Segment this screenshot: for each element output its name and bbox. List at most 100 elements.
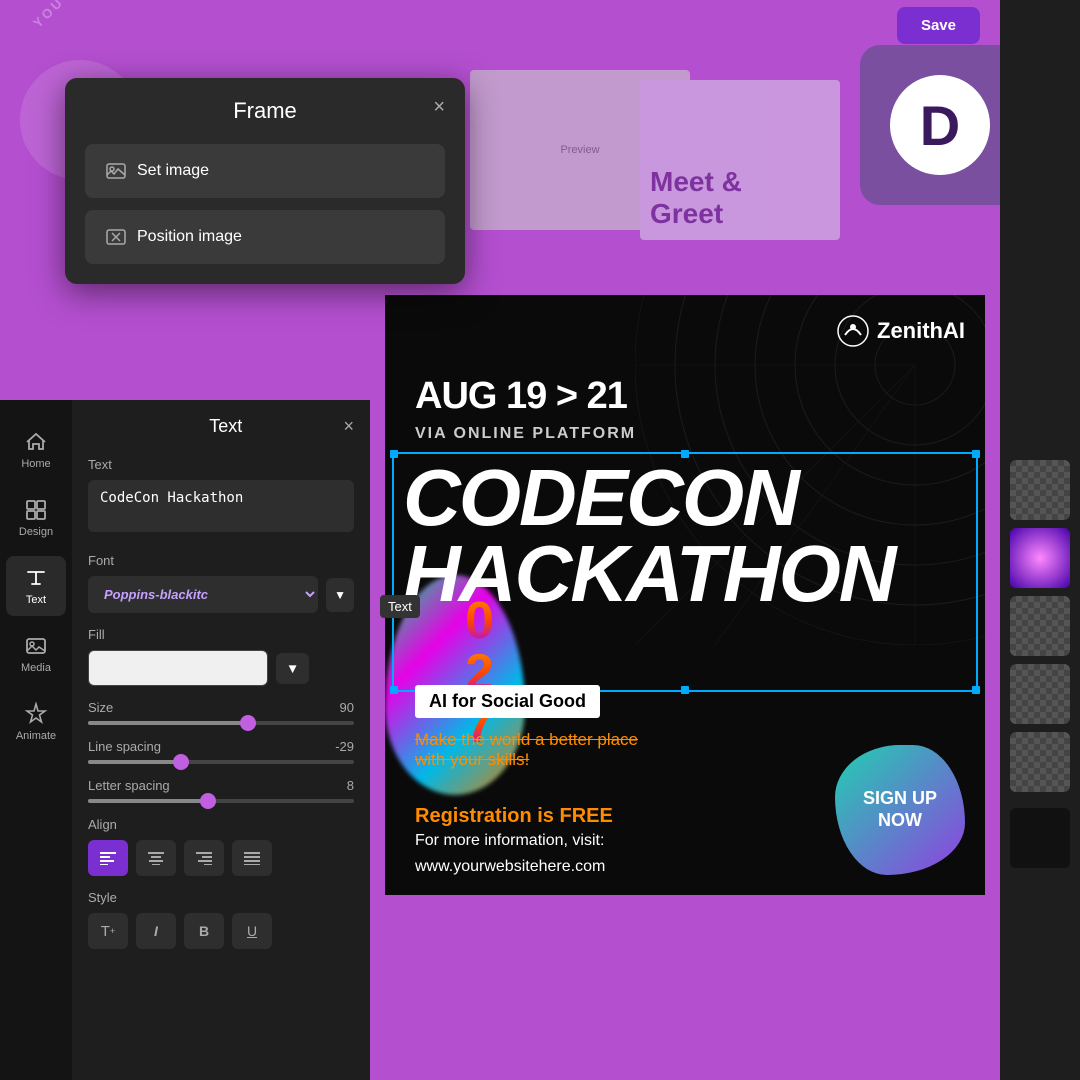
font-select[interactable]: Poppins-blackitc (88, 576, 318, 613)
thumb-1[interactable] (1010, 460, 1070, 520)
text-icon (24, 566, 48, 590)
align-left-button[interactable] (88, 840, 128, 876)
text-input[interactable]: CodeCon Hackathon (88, 480, 354, 532)
text-side-label: Text (380, 595, 420, 618)
poster-desc-line2: with your skills! (415, 750, 638, 770)
thumb-checker-1 (1010, 460, 1070, 520)
font-select-arrow[interactable]: ▼ (326, 578, 354, 612)
thumb-checker-4 (1010, 664, 1070, 724)
thumb-checker-3 (1010, 596, 1070, 656)
poster-desc-line1: Make the world a better place (415, 730, 638, 750)
align-justify-button[interactable] (232, 840, 272, 876)
sidebar-item-media[interactable]: Media (6, 624, 66, 684)
font-row: Poppins-blackitc ▼ (88, 576, 354, 613)
media-icon (24, 634, 48, 658)
frame-popup-title: Frame (233, 98, 297, 124)
handle-bc[interactable] (681, 686, 689, 694)
size-slider-track[interactable] (88, 721, 354, 725)
sidebar-item-home-label: Home (21, 458, 50, 470)
align-center-button[interactable] (136, 840, 176, 876)
letter-spacing-label: Letter spacing (88, 778, 170, 793)
poster-logo-text: ZenithAI (877, 318, 965, 344)
sidebar-item-animate[interactable]: Animate (6, 692, 66, 752)
align-left-icon (100, 851, 116, 865)
frame-popup: Frame × Set image Position image (65, 78, 465, 284)
thumb-3[interactable] (1010, 596, 1070, 656)
fill-swatch[interactable] (88, 650, 268, 686)
save-button[interactable]: Save (897, 7, 980, 44)
size-slider-row: Size 90 (88, 700, 354, 725)
design-icon (24, 498, 48, 522)
thumb-2[interactable] (1010, 528, 1070, 588)
size-label: Size (88, 700, 113, 715)
set-image-icon (105, 160, 127, 182)
align-center-icon (148, 851, 164, 865)
align-right-button[interactable] (184, 840, 224, 876)
text-label: Text (88, 457, 354, 472)
align-justify-icon (244, 851, 260, 865)
line-spacing-slider-thumb[interactable] (173, 754, 189, 770)
letter-spacing-slider-fill (88, 799, 208, 803)
zenithai-logo-icon (837, 315, 869, 347)
style-italic-button[interactable]: I (136, 913, 176, 949)
style-row: T+ I B U (88, 913, 354, 949)
align-right-icon (196, 851, 212, 865)
sidebar-item-home[interactable]: Home (6, 420, 66, 480)
left-sidebar: Home Design Text Media Animate (0, 400, 72, 1080)
font-label: Font (88, 553, 354, 568)
position-image-button[interactable]: Position image (85, 210, 445, 264)
poster-reg-info-line1: For more information, visit: (415, 828, 613, 854)
style-underline-button[interactable]: U (232, 913, 272, 949)
align-row (88, 840, 354, 876)
style-bold-button[interactable]: B (184, 913, 224, 949)
letter-spacing-slider-track[interactable] (88, 799, 354, 803)
frame-popup-close-button[interactable]: × (433, 96, 445, 119)
thumb-4[interactable] (1010, 664, 1070, 724)
fill-dropdown-button[interactable]: ▼ (276, 653, 309, 684)
thumb-gradient-2 (1010, 528, 1070, 588)
text-panel-close-button[interactable]: × (343, 416, 354, 437)
poster-description: Make the world a better place with your … (415, 730, 638, 770)
signup-blob[interactable]: SIGN UP NOW (835, 745, 965, 875)
design-card[interactable]: 0 2 7 ZenithAI AUG 19 > 21 VIA ONLINE PL… (385, 295, 985, 895)
thumb-checker-5 (1010, 732, 1070, 792)
poster-title-line1: CODECON (403, 460, 967, 536)
text-panel-header: Text × (88, 416, 354, 437)
sidebar-item-design[interactable]: Design (6, 488, 66, 548)
line-spacing-slider-track[interactable] (88, 760, 354, 764)
poster-logo: ZenithAI (837, 315, 965, 347)
sidebar-item-text[interactable]: Text (6, 556, 66, 616)
line-spacing-slider-fill (88, 760, 181, 764)
sidebar-item-media-label: Media (21, 662, 51, 674)
line-spacing-slider-row: Line spacing -29 (88, 739, 354, 764)
letter-spacing-slider-thumb[interactable] (200, 793, 216, 809)
letter-spacing-slider-row: Letter spacing 8 (88, 778, 354, 803)
position-image-icon (105, 226, 127, 248)
size-value: 90 (340, 700, 354, 715)
poster-date: AUG 19 > 21 (415, 375, 627, 418)
handle-tl[interactable] (390, 450, 398, 458)
fill-label: Fill (88, 627, 354, 642)
set-image-label: Set image (137, 162, 209, 180)
handle-br[interactable] (972, 686, 980, 694)
letter-spacing-value: 8 (347, 778, 354, 793)
poster-reg-info-line2: www.yourwebsitehere.com (415, 854, 613, 880)
size-slider-thumb[interactable] (240, 715, 256, 731)
poster-subtitle-container: AI for Social Good (415, 685, 600, 718)
position-image-label: Position image (137, 228, 242, 246)
countdown: 0 2 7 (465, 595, 494, 751)
line-spacing-value: -29 (335, 739, 354, 754)
align-label: Align (88, 817, 354, 832)
size-slider-fill (88, 721, 248, 725)
thumb-dark-6[interactable] (1010, 808, 1070, 868)
sidebar-item-animate-label: Animate (16, 730, 56, 742)
sidebar-item-design-label: Design (19, 526, 53, 538)
sidebar-item-text-label: Text (26, 594, 46, 606)
set-image-button[interactable]: Set image (85, 144, 445, 198)
style-tt-button[interactable]: T+ (88, 913, 128, 949)
text-panel: Text × Text CodeCon Hackathon Font Poppi… (72, 400, 370, 1080)
poster-title-line2: HACKATHON (403, 536, 967, 612)
poster-subtitle-text: AI for Social Good (429, 691, 586, 711)
text-panel-title: Text (108, 416, 343, 437)
thumb-5[interactable] (1010, 732, 1070, 792)
